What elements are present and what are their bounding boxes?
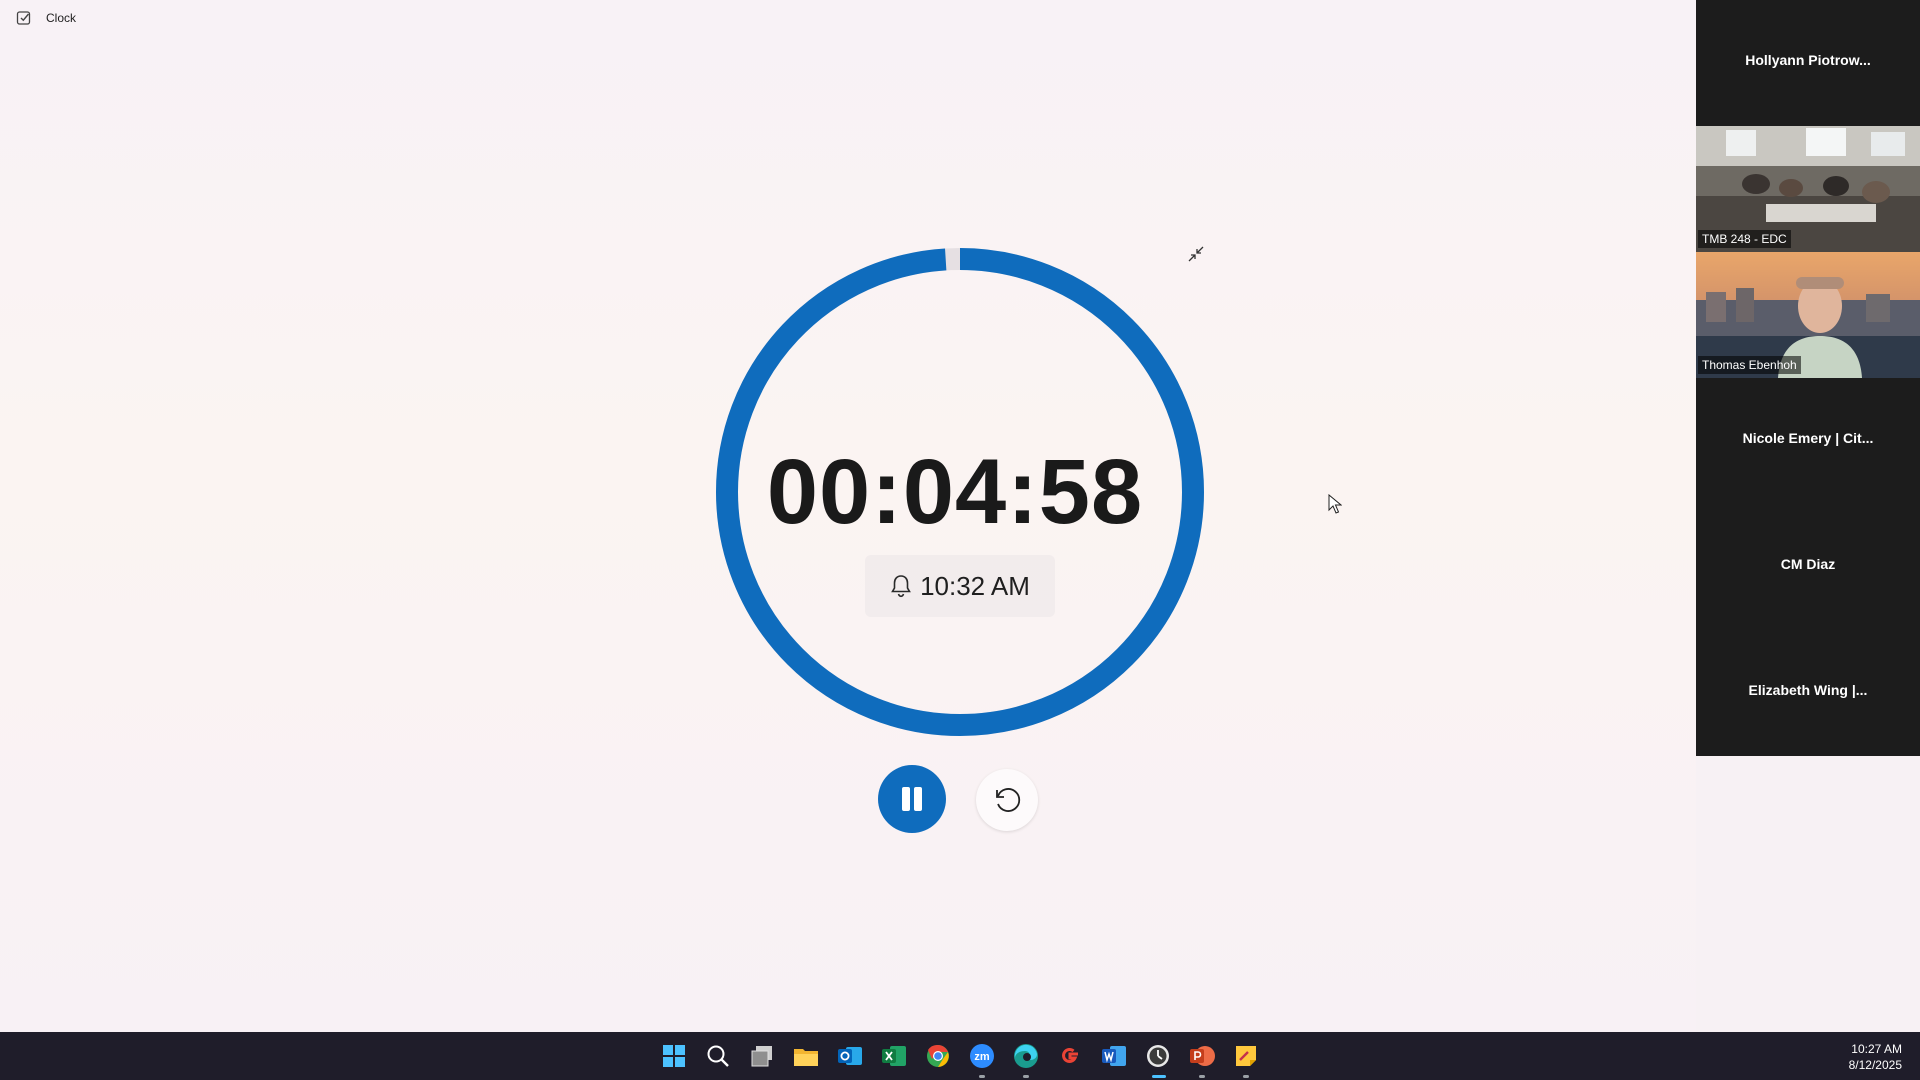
search-icon[interactable] <box>702 1040 734 1072</box>
participant-tile[interactable]: Thomas Ebenhoh <box>1696 252 1920 378</box>
participant-tile[interactable]: TMB 248 - EDC <box>1696 126 1920 252</box>
title-bar: Clock <box>0 0 1696 36</box>
system-date: 8/12/2025 <box>1848 1058 1902 1072</box>
alarm-time-badge: 10:32 AM <box>865 555 1055 617</box>
running-indicator <box>979 1075 985 1078</box>
participant-tile[interactable]: Nicole Emery | Cit... <box>1696 378 1920 504</box>
taskbar: zm 10:27 AM 8/12/2025 <box>0 1032 1920 1080</box>
zoom-icon[interactable]: zm <box>966 1040 998 1072</box>
clock-app-window: Clock 00:04:58 10:32 AM <box>0 0 1696 1032</box>
participant-name: Hollyann Piotrow... <box>1745 52 1871 68</box>
edge-icon[interactable] <box>1010 1040 1042 1072</box>
running-indicator <box>1243 1075 1249 1078</box>
svg-text:zm: zm <box>974 1051 990 1063</box>
compact-overlay-icon[interactable] <box>1186 244 1206 264</box>
active-app-indicator <box>1152 1075 1166 1078</box>
sticky-notes-icon[interactable] <box>1230 1040 1262 1072</box>
participant-tile[interactable]: Hollyann Piotrow... <box>1696 0 1920 126</box>
alarm-time: 10:32 AM <box>920 570 1030 601</box>
reset-icon <box>996 788 1021 812</box>
timer-remaining: 00:04:58 <box>766 441 1144 543</box>
participant-name: CM Diaz <box>1780 556 1836 572</box>
running-indicator <box>1023 1075 1029 1078</box>
system-clock[interactable]: 10:27 AM 8/12/2025 <box>1849 1041 1902 1073</box>
reset-button[interactable] <box>976 769 1038 831</box>
clock-app-icon <box>16 11 31 25</box>
participant-name: Nicole Emery | Cit... <box>1742 430 1874 446</box>
app-title: Clock <box>46 11 77 25</box>
task-view-icon[interactable] <box>746 1040 778 1072</box>
clock-icon[interactable] <box>1142 1040 1174 1072</box>
system-time: 10:27 AM <box>1851 1042 1902 1056</box>
participant-name: TMB 248 - EDC <box>1698 230 1791 248</box>
participant-name: Elizabeth Wing |... <box>1748 682 1868 698</box>
running-indicator <box>1199 1075 1205 1078</box>
outlook-icon[interactable] <box>834 1040 866 1072</box>
google-icon[interactable] <box>1054 1040 1086 1072</box>
meeting-gallery: Hollyann Piotrow... TMB 248 - EDC Thomas… <box>1696 0 1920 756</box>
word-icon[interactable] <box>1098 1040 1130 1072</box>
pause-button[interactable] <box>878 765 946 833</box>
pause-icon <box>902 787 922 811</box>
participant-tile[interactable]: CM Diaz <box>1696 504 1920 630</box>
windows-start-icon[interactable] <box>658 1040 690 1072</box>
mouse-pointer-icon <box>1328 494 1342 514</box>
bell-icon <box>891 575 911 598</box>
participant-name: Thomas Ebenhoh <box>1698 356 1801 374</box>
excel-icon[interactable] <box>878 1040 910 1072</box>
file-explorer-icon[interactable] <box>790 1040 822 1072</box>
chrome-icon[interactable] <box>922 1040 954 1072</box>
powerpoint-icon[interactable] <box>1186 1040 1218 1072</box>
participant-tile[interactable]: Elizabeth Wing |... <box>1696 630 1920 756</box>
